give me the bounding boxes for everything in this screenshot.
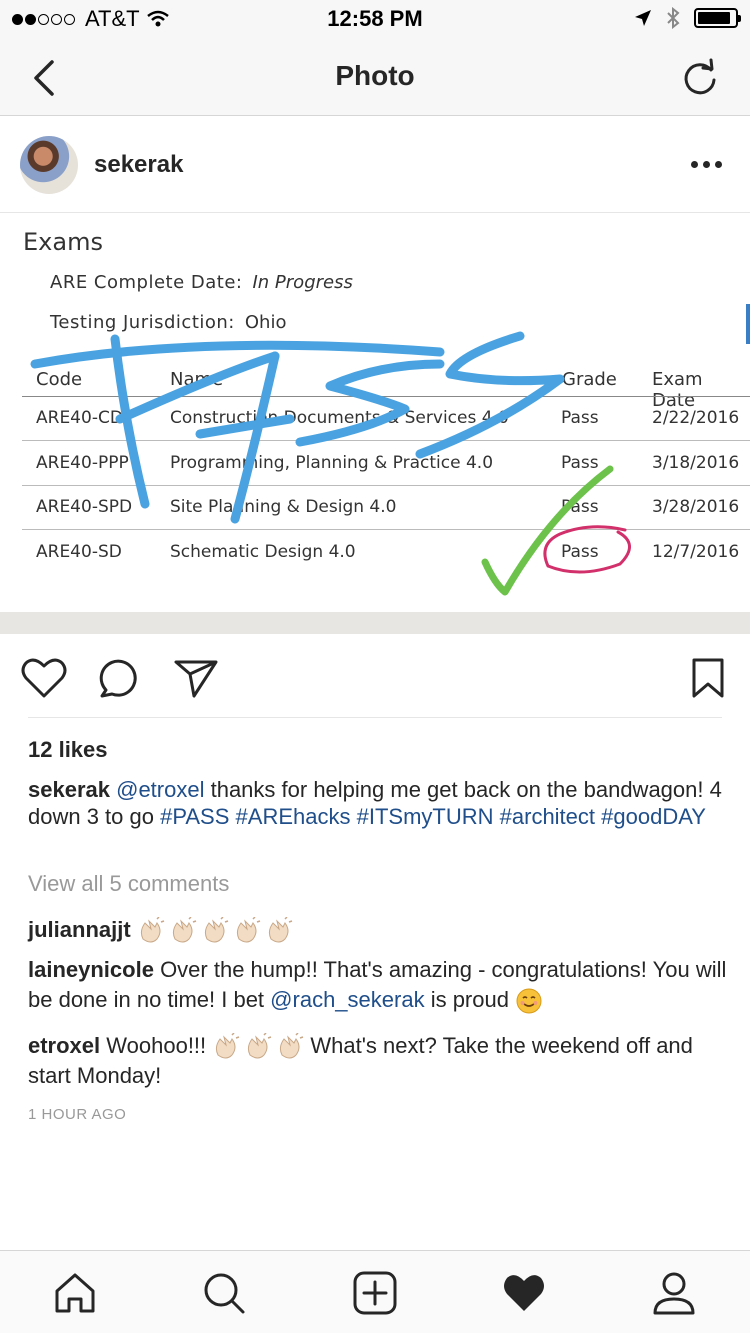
comment-text: Woohoo!!! — [100, 1033, 213, 1058]
cell-grade: Pass — [561, 453, 599, 473]
comment-text: is proud — [424, 987, 516, 1012]
actions-divider — [28, 717, 722, 718]
bluetooth-icon — [667, 7, 680, 29]
cell-date: 2/22/2016 — [652, 408, 740, 428]
home-icon[interactable] — [53, 1271, 97, 1315]
clap-icon — [236, 917, 261, 943]
cell-code: ARE40-PPP — [36, 453, 129, 473]
tab-bar — [0, 1250, 750, 1333]
comment-icon[interactable] — [96, 656, 144, 700]
check-mark — [481, 465, 614, 596]
comment: laineynicole Over the hump!! That's amaz… — [28, 955, 728, 1015]
hashtag[interactable]: #architect — [500, 804, 595, 829]
column-header: Code — [36, 369, 83, 390]
add-post-icon[interactable] — [353, 1271, 397, 1315]
status-right — [634, 7, 741, 29]
column-header: Grade — [562, 369, 617, 390]
cell-grade: Pass — [561, 408, 599, 428]
avatar[interactable] — [20, 136, 78, 194]
cell-date: 3/28/2016 — [652, 497, 740, 517]
photo-meta-row: Testing Jurisdiction: Ohio — [50, 312, 286, 333]
clap-icon — [268, 917, 293, 943]
photo-meta-row: ARE Complete Date: In Progress — [50, 272, 353, 293]
meta-value: Ohio — [244, 312, 287, 333]
heart-filled-icon[interactable] — [502, 1271, 546, 1315]
battery-fill — [698, 12, 731, 24]
search-icon[interactable] — [202, 1271, 246, 1315]
cell-grade: Pass — [561, 542, 599, 562]
cell-name: Construction Documents & Services 4.0 — [170, 408, 509, 428]
comment-username[interactable]: juliannajjt — [28, 917, 131, 942]
caption-mention[interactable]: @etroxel — [116, 777, 204, 802]
view-all-comments-link[interactable]: View all 5 comments — [28, 871, 229, 897]
nav-bar: Photo — [0, 40, 750, 116]
cell-name: Programming, Planning & Practice 4.0 — [170, 453, 494, 473]
cell-date: 12/7/2016 — [652, 542, 740, 562]
location-arrow-icon — [635, 10, 651, 26]
column-header: Name — [170, 369, 224, 390]
clap-icon — [140, 917, 165, 943]
post-timestamp: 1 HOUR AGO — [28, 1106, 127, 1123]
hashtag[interactable]: #goodDAY — [601, 804, 706, 829]
comment: etroxel Woohoo!!! What's next? Take the … — [28, 1031, 728, 1091]
post-caption: sekerak @etroxel thanks for helping me g… — [28, 776, 722, 830]
table-divider — [22, 396, 750, 397]
clap-icon — [280, 1033, 304, 1059]
profile-icon[interactable] — [652, 1271, 696, 1315]
clap-icon — [216, 1033, 240, 1059]
status-bar: AT&T 12:58 PM — [0, 0, 750, 40]
refresh-icon[interactable] — [680, 58, 720, 98]
likes-count[interactable]: 12 likes — [28, 737, 108, 763]
heart-outline-icon[interactable] — [20, 656, 68, 700]
table-divider — [22, 440, 750, 441]
cell-code: ARE40-CD — [36, 408, 123, 428]
photo-heading: Exams — [23, 228, 103, 256]
comment-username[interactable]: etroxel — [28, 1033, 100, 1058]
meta-label: ARE Complete Date: — [50, 272, 243, 293]
clap-emoji-group — [212, 1033, 304, 1061]
battery-icon — [694, 8, 741, 28]
post-actions — [0, 640, 750, 716]
hashtag[interactable]: #AREhacks — [236, 804, 351, 829]
cell-code: ARE40-SD — [36, 542, 122, 562]
post-photo[interactable]: Exams ARE Complete Date: In Progress Test… — [0, 214, 750, 634]
cell-grade: Pass — [561, 497, 599, 517]
table-divider — [22, 529, 750, 530]
comment-mention[interactable]: @rach_sekerak — [270, 987, 424, 1012]
cell-code: ARE40-SPD — [36, 497, 133, 517]
hashtag[interactable]: #PASS — [160, 804, 229, 829]
clap-icon — [204, 917, 229, 943]
clap-icon — [248, 1033, 272, 1059]
post-header: sekerak — [0, 117, 750, 213]
more-horizontal-icon[interactable] — [691, 161, 722, 168]
bookmark-icon[interactable] — [684, 656, 732, 700]
caption-username[interactable]: sekerak — [28, 777, 110, 802]
meta-value: In Progress — [252, 272, 353, 293]
send-icon[interactable] — [172, 656, 220, 700]
cell-name: Site Planning & Design 4.0 — [170, 497, 397, 517]
cell-date: 3/18/2016 — [652, 453, 740, 473]
photo-footer-strip — [0, 612, 750, 634]
column-header: Exam Date — [652, 369, 703, 411]
comment: juliannajjt — [28, 915, 728, 945]
clap-icon — [172, 917, 197, 943]
meta-label: Testing Jurisdiction: — [50, 312, 235, 333]
cell-name: Schematic Design 4.0 — [170, 542, 356, 562]
hashtag[interactable]: #ITSmyTURN — [357, 804, 494, 829]
table-divider — [22, 485, 750, 486]
page-title: Photo — [335, 60, 415, 91]
comment-username[interactable]: laineynicole — [28, 957, 154, 982]
photo-edge-mark — [746, 304, 750, 344]
post-username[interactable]: sekerak — [94, 151, 183, 179]
clap-emoji-group — [137, 917, 293, 945]
smiley-icon — [516, 988, 542, 1014]
